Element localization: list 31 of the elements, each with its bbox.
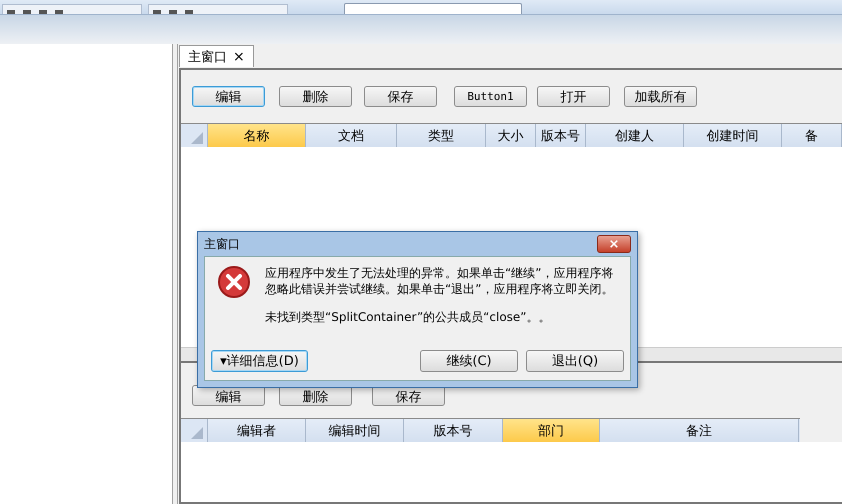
combo-field[interactable] <box>344 3 522 14</box>
close-icon[interactable]: × <box>233 48 245 64</box>
column-header[interactable]: 名称 <box>208 124 306 147</box>
column-header[interactable]: 创建时间 <box>684 124 782 147</box>
column-header[interactable]: 大小 <box>486 124 536 147</box>
error-detail: 未找到类型“SplitContainer”的公共成员“close”。。 <box>265 309 552 326</box>
column-header[interactable]: 创建人 <box>586 124 684 147</box>
column-header[interactable]: 类型 <box>397 124 486 147</box>
tab[interactable]: 主窗口 × <box>179 45 254 67</box>
continue-button[interactable]: 继续(C) <box>420 350 518 372</box>
toolbar-button[interactable]: 编辑 <box>192 86 265 107</box>
column-header[interactable]: 文档 <box>306 124 397 147</box>
toolbar-button[interactable]: 加载所有 <box>624 86 697 107</box>
column-header[interactable]: 备 <box>782 124 842 147</box>
column-header[interactable]: 备注 <box>600 419 799 442</box>
dialog-title: 主窗口 <box>204 236 240 252</box>
column-header[interactable]: 编辑者 <box>208 419 306 442</box>
quit-button[interactable]: 退出(Q) <box>526 350 624 372</box>
column-header[interactable]: 版本号 <box>404 419 503 442</box>
select-all-icon[interactable] <box>191 132 203 144</box>
error-message: 应用程序中发生了无法处理的异常。如果单击“继续”，应用程序将忽略此错误并尝试继续。如果单击“退出”，应用程序将立即关闭。 <box>265 265 614 297</box>
select-all-icon[interactable] <box>191 427 203 439</box>
column-header[interactable]: 编辑时间 <box>306 419 404 442</box>
toolbar-button[interactable]: 打开 <box>537 86 610 107</box>
details-button[interactable]: ▾详细信息(D) <box>211 350 308 372</box>
error-icon <box>217 265 251 299</box>
toolbar-button[interactable]: 删除 <box>279 86 352 107</box>
toolbar-button[interactable]: Button1 <box>454 86 527 107</box>
column-header[interactable]: 部门 <box>503 419 600 442</box>
column-header[interactable]: 版本号 <box>536 124 586 147</box>
toolbar-button[interactable]: 保存 <box>364 86 437 107</box>
